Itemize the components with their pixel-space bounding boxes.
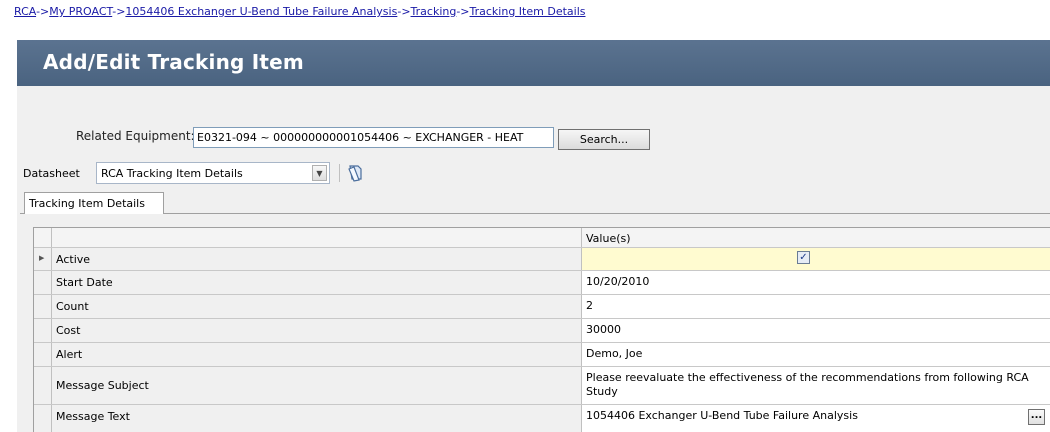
breadcrumb-link-my-proact[interactable]: My PROACT	[49, 5, 112, 18]
breadcrumb: RCA->My PROACT->1054406 Exchanger U-Bend…	[14, 5, 585, 21]
page-title: Add/Edit Tracking Item	[43, 50, 304, 74]
breadcrumb-separator: ->	[36, 5, 50, 18]
value-cell[interactable]: Please reevaluate the effectiveness of t…	[582, 367, 1050, 404]
datasheet-select[interactable]: RCA Tracking Item Details ▼	[96, 162, 330, 184]
table-row[interactable]: ▶ Active ✓	[34, 248, 1050, 271]
row-indicator[interactable]	[34, 343, 52, 366]
value-cell[interactable]: Demo, Joe	[582, 343, 1050, 366]
page-title-bar: Add/Edit Tracking Item	[17, 40, 1050, 86]
current-row-arrow-icon: ▶	[39, 254, 45, 262]
table-row[interactable]: Alert Demo, Joe	[34, 343, 1050, 367]
table-row[interactable]: Start Date 10/20/2010	[34, 271, 1050, 295]
table-row[interactable]: Message Subject Please reevaluate the ef…	[34, 367, 1050, 405]
chevron-down-icon[interactable]: ▼	[312, 165, 327, 181]
datasheet-options-icon[interactable]	[345, 163, 365, 183]
breadcrumb-separator: ->	[112, 5, 126, 18]
row-indicator[interactable]	[34, 319, 52, 342]
field-label: Alert	[52, 343, 582, 366]
field-label: Count	[52, 295, 582, 318]
row-indicator[interactable]	[34, 405, 52, 432]
related-equipment-label: Related Equipment:	[76, 129, 195, 143]
field-label: Start Date	[52, 271, 582, 294]
related-equipment-field[interactable]: E0321-094 ~ 000000000001054406 ~ EXCHANG…	[193, 127, 554, 148]
datasheet-selected-value: RCA Tracking Item Details	[101, 167, 243, 180]
tabstrip-divider	[20, 213, 1050, 214]
field-label: Message Text	[52, 405, 582, 432]
table-row[interactable]: Cost 30000	[34, 319, 1050, 343]
breadcrumb-link-tracking-item-details[interactable]: Tracking Item Details	[470, 5, 586, 18]
field-label: Active	[52, 248, 582, 270]
field-label: Cost	[52, 319, 582, 342]
breadcrumb-separator: ->	[456, 5, 470, 18]
row-indicator[interactable]	[34, 271, 52, 294]
field-label: Message Subject	[52, 367, 582, 404]
row-indicator[interactable]	[34, 367, 52, 404]
value-cell[interactable]: 10/20/2010	[582, 271, 1050, 294]
breadcrumb-link-tracking[interactable]: Tracking	[411, 5, 457, 18]
message-text-value: 1054406 Exchanger U-Bend Tube Failure An…	[586, 409, 858, 422]
search-button[interactable]: Search...	[558, 129, 650, 150]
breadcrumb-separator: ->	[397, 5, 411, 18]
toolbar-divider	[339, 164, 340, 182]
tab-tracking-item-details[interactable]: Tracking Item Details	[24, 192, 164, 214]
details-grid: Value(s) ▶ Active ✓ Start Date 10/20/201…	[33, 227, 1050, 432]
row-indicator[interactable]	[34, 295, 52, 318]
value-cell[interactable]: 2	[582, 295, 1050, 318]
grid-header-row: Value(s)	[34, 228, 1050, 248]
table-row[interactable]: Count 2	[34, 295, 1050, 319]
field-column-header	[52, 228, 582, 247]
row-indicator[interactable]: ▶	[34, 248, 52, 270]
value-cell[interactable]: 1054406 Exchanger U-Bend Tube Failure An…	[582, 405, 1050, 432]
breadcrumb-link-analysis[interactable]: 1054406 Exchanger U-Bend Tube Failure An…	[125, 5, 397, 18]
ellipsis-button[interactable]: ...	[1028, 409, 1045, 425]
breadcrumb-link-rca[interactable]: RCA	[14, 5, 36, 18]
datasheet-label: Datasheet	[23, 167, 80, 180]
value-column-header: Value(s)	[582, 228, 1050, 247]
row-indicator-header	[34, 228, 52, 247]
active-checkbox[interactable]: ✓	[797, 251, 810, 264]
value-cell[interactable]: ✓	[582, 248, 1050, 270]
value-cell[interactable]: 30000	[582, 319, 1050, 342]
table-row[interactable]: Message Text 1054406 Exchanger U-Bend Tu…	[34, 405, 1050, 432]
